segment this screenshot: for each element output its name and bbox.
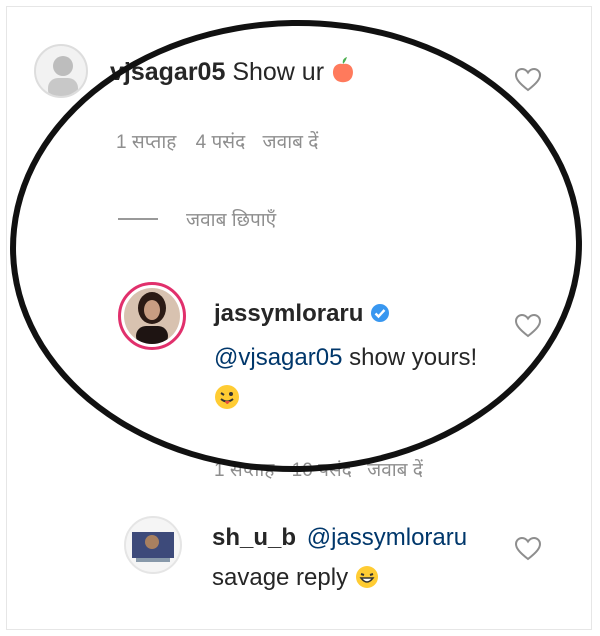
comment2-like-heart-icon[interactable] xyxy=(515,537,541,561)
avatar-sh_u_b[interactable] xyxy=(124,516,182,574)
comment2-mention[interactable]: @jassymloraru xyxy=(307,524,467,551)
comment2-text: savage reply xyxy=(212,564,349,591)
profile-photo-icon xyxy=(132,532,174,562)
comment2-body: savage reply xyxy=(212,564,379,592)
laughing-emoji xyxy=(355,566,378,588)
comment2-header: sh_u_b @jassymloraru xyxy=(212,524,467,552)
reply-reply-button[interactable]: जवाब दें xyxy=(367,460,423,481)
avatar-vjsagar05[interactable] xyxy=(34,44,88,98)
comment2-username[interactable]: sh_u_b xyxy=(212,524,296,551)
like-heart-icon[interactable] xyxy=(515,68,541,92)
